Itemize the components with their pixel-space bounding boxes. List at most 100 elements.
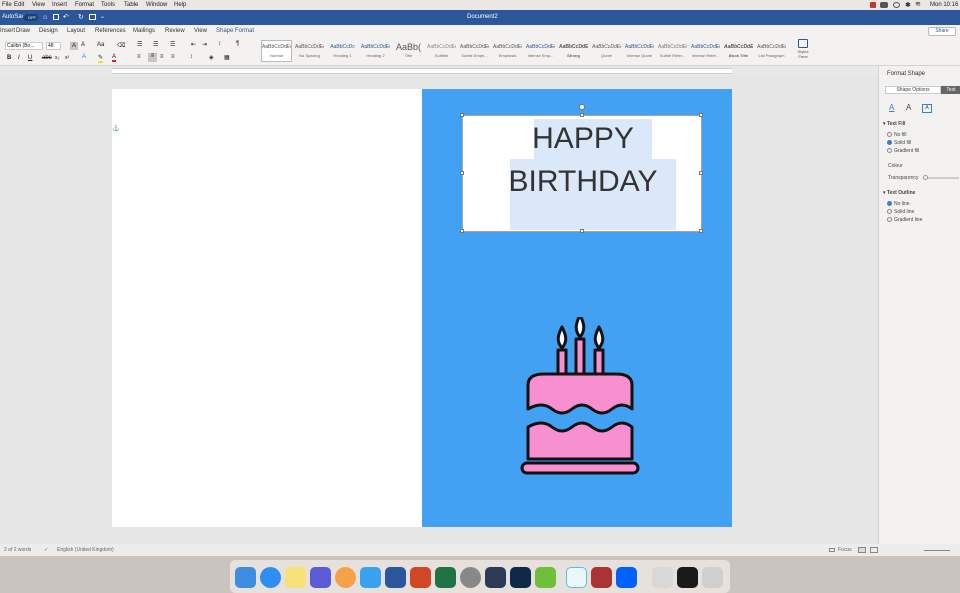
menu-insert[interactable]: Insert	[52, 0, 67, 10]
style-quote[interactable]: AaBbCcDdEe Quote	[591, 40, 622, 62]
radio-solid-line[interactable]	[887, 209, 892, 215]
line-spacing-icon[interactable]: ↕	[190, 54, 193, 60]
status-app-icon[interactable]	[870, 2, 876, 8]
highlight-icon[interactable]: ✎	[98, 54, 104, 63]
text-effects-icon[interactable]: A	[82, 54, 86, 60]
tab-design[interactable]: Design	[39, 25, 58, 37]
tab-references[interactable]: References	[95, 25, 126, 37]
text-fill-outline-icon[interactable]: A	[889, 103, 894, 112]
card-title-line2[interactable]: BIRTHDAY	[463, 165, 703, 199]
shrink-font-icon[interactable]: A	[81, 42, 85, 48]
text-effects-panel-icon[interactable]: A	[906, 103, 911, 112]
italic-icon[interactable]: I	[18, 55, 20, 61]
rotate-handle-icon[interactable]	[579, 104, 585, 110]
option-no-fill[interactable]: No fill	[887, 132, 907, 138]
terminal-icon[interactable]	[677, 567, 698, 588]
style-intense-emphasis[interactable]: AaBbCcDdEe Intense Emp...	[525, 40, 556, 62]
text-fill-section[interactable]: ▾ Text Fill	[883, 121, 905, 127]
tab-insert[interactable]: Insert	[0, 25, 15, 37]
shading-icon[interactable]: ◈	[209, 54, 214, 61]
photoshop-icon[interactable]	[510, 567, 531, 588]
wifi-icon[interactable]: ≋	[915, 0, 921, 10]
slider-thumb[interactable]	[923, 175, 928, 180]
share-button[interactable]: Share	[928, 27, 956, 36]
text-outline-section[interactable]: ▾ Text Outline	[883, 190, 915, 196]
birthday-cake-icon[interactable]	[516, 317, 646, 485]
transparency-slider[interactable]	[923, 175, 959, 180]
strikethrough-icon[interactable]: abc	[42, 55, 52, 61]
menu-tools[interactable]: Tools	[101, 0, 115, 10]
save-icon[interactable]	[53, 14, 59, 20]
menu-table[interactable]: Table	[124, 0, 138, 10]
resize-handle-left[interactable]	[460, 171, 464, 175]
option-solid-fill[interactable]: Solid fill	[887, 140, 911, 146]
clock[interactable]: Mon 10:16	[930, 0, 958, 10]
option-solid-line[interactable]: Solid line	[887, 209, 914, 215]
justify-icon[interactable]: ≡	[171, 54, 175, 60]
bold-icon[interactable]: B	[7, 55, 11, 61]
menu-help[interactable]: Help	[174, 0, 186, 10]
camtasia-icon[interactable]	[535, 567, 556, 588]
language-status[interactable]: English (United Kingdom)	[57, 544, 114, 556]
autosave-toggle[interactable]: OFF	[23, 14, 38, 21]
decrease-indent-icon[interactable]: ⇤	[191, 41, 196, 48]
underline-icon[interactable]: U	[28, 55, 32, 61]
title-text-box[interactable]: HAPPY BIRTHDAY	[460, 104, 703, 233]
word-count[interactable]: 2 of 2 words	[4, 544, 31, 556]
grow-font-icon[interactable]: A	[70, 42, 78, 50]
style-title[interactable]: AaBb(Title	[393, 40, 424, 62]
finder-icon[interactable]	[235, 567, 256, 588]
font-name-field[interactable]: Calibri (Bo...	[5, 42, 43, 50]
radio-gradient-fill[interactable]	[887, 148, 892, 154]
style-book-title[interactable]: AaBbCcDdEeBook Title	[723, 40, 754, 62]
safari-icon[interactable]	[260, 567, 281, 588]
card-title-line1[interactable]: HAPPY	[463, 122, 703, 156]
increase-indent-icon[interactable]: ⇥	[202, 41, 207, 48]
radio-no-fill[interactable]	[887, 132, 892, 138]
trash-icon[interactable]	[702, 567, 723, 588]
style-strong[interactable]: AaBbCcDdEeStrong	[558, 40, 589, 62]
undo-icon[interactable]: ↶	[63, 10, 69, 25]
style-subtle-reference[interactable]: AaBbCcDdEe Subtle Refer...	[657, 40, 688, 62]
align-right-icon[interactable]: ≡	[160, 54, 164, 60]
style-subtle-emphasis[interactable]: AaBbCcDdEe Subtle Emph...	[459, 40, 490, 62]
style-subtitle[interactable]: AaBbCcDdEe Subtitle	[426, 40, 457, 62]
notes-icon[interactable]	[285, 567, 306, 588]
imovie-icon[interactable]	[310, 567, 331, 588]
resize-handle-bottom-left[interactable]	[460, 229, 464, 233]
excel-icon[interactable]	[435, 567, 456, 588]
menu-edit[interactable]: Edit	[14, 0, 24, 10]
proofing-icon[interactable]: ✓	[44, 544, 48, 556]
word-icon[interactable]	[385, 567, 406, 588]
style-list-paragraph[interactable]: AaBbCcDdEe List Paragraph	[756, 40, 787, 62]
system-preferences-icon[interactable]	[460, 567, 481, 588]
style-emphasis[interactable]: AaBbCcDdEe Emphasis	[492, 40, 523, 62]
subscript-icon[interactable]: x₂	[55, 55, 59, 61]
multilevel-list-icon[interactable]: ☰	[170, 41, 175, 48]
menu-format[interactable]: Format	[75, 0, 94, 10]
resize-handle-top-right[interactable]	[699, 113, 703, 117]
tab-mailings[interactable]: Mailings	[133, 25, 155, 37]
align-center-icon[interactable]: ≡	[148, 53, 157, 62]
resize-handle-top[interactable]	[580, 113, 584, 117]
menu-file[interactable]: File	[2, 0, 12, 10]
web-layout-icon[interactable]	[870, 547, 878, 553]
focus-icon[interactable]	[829, 548, 835, 552]
tab-review[interactable]: Review	[165, 25, 185, 37]
tab-shape-format[interactable]: Shape Format	[216, 25, 254, 37]
style-intense-reference[interactable]: AaBbCcDdEe Intense Refer...	[690, 40, 721, 62]
home-icon[interactable]: ⌂	[43, 10, 47, 25]
menu-view[interactable]: View	[32, 0, 45, 10]
tab-text-options[interactable]: Text	[941, 86, 960, 94]
sort-icon[interactable]: ↕	[218, 41, 221, 47]
dropbox-icon[interactable]	[616, 567, 637, 588]
tab-view[interactable]: View	[194, 25, 207, 37]
borders-icon[interactable]: ▦	[224, 54, 230, 61]
layout-properties-icon[interactable]: A	[922, 104, 932, 113]
resize-handle-bottom[interactable]	[580, 229, 584, 233]
style-heading-1[interactable]: AaBbCcDc Heading 1	[327, 40, 358, 62]
option-gradient-line[interactable]: Gradient line	[887, 217, 922, 223]
focus-label[interactable]: Focus	[838, 544, 852, 556]
customize-toolbar-icon[interactable]: ⌄	[100, 10, 105, 25]
pilcrow-icon[interactable]: ¶	[236, 41, 239, 47]
